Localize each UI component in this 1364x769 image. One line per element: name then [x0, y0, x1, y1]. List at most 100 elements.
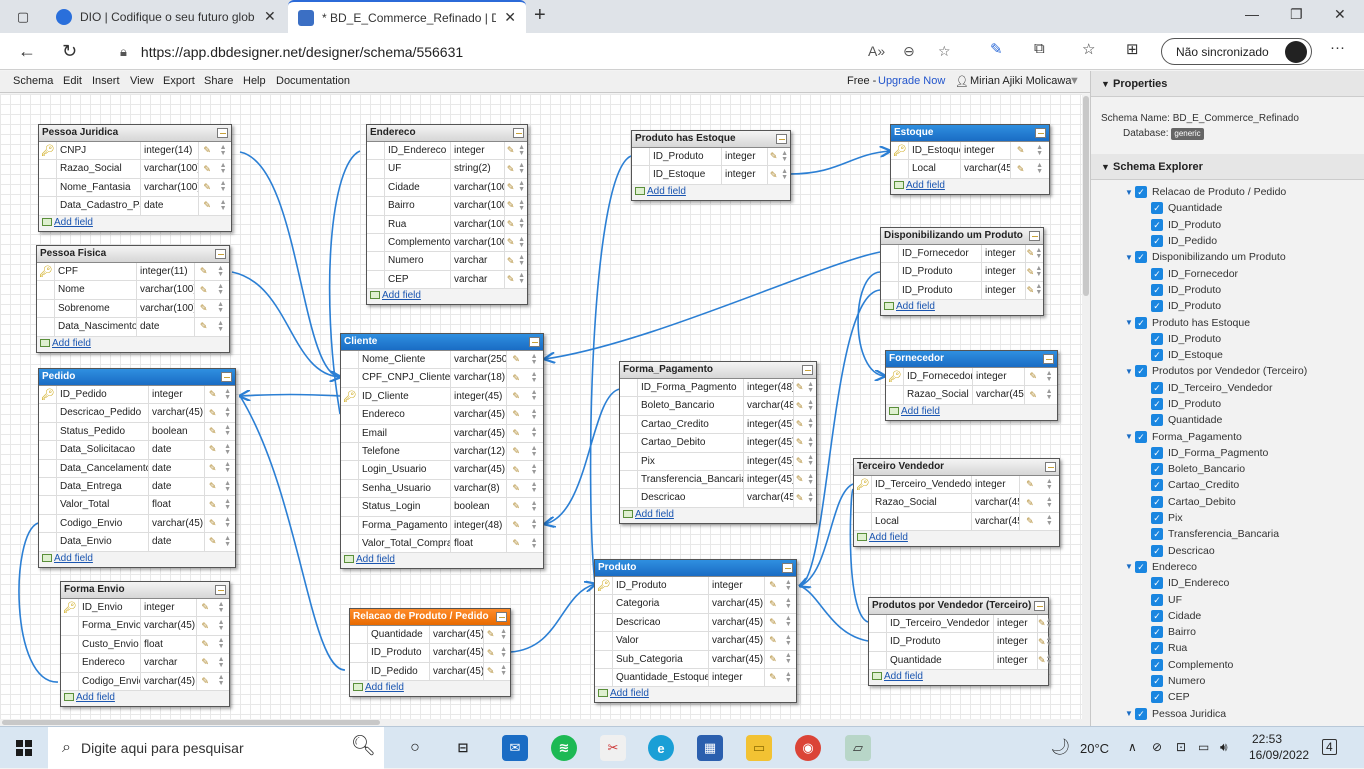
tree-field-node[interactable]: ✓ ID_Produto [1091, 282, 1364, 298]
reorder-field-icon[interactable]: ▲ ▼ [1036, 144, 1043, 157]
reorder-field-icon[interactable]: ▲ ▼ [224, 498, 231, 511]
table-field-row[interactable]: Pix integer(45) ✎ ▲ ▼ [620, 452, 816, 471]
chevron-up-icon[interactable]: ∧ [1128, 740, 1137, 754]
tree-field-node[interactable]: ✓ Cartao_Credito [1091, 477, 1364, 493]
checkbox-checked-icon[interactable]: ✓ [1151, 544, 1163, 557]
chevron-down-icon[interactable]: ▼ [1125, 562, 1135, 571]
table-field-row[interactable]: Localvarchar(45) ✎ ▲▼ [854, 512, 1059, 532]
window-close-icon[interactable]: ✕ [1334, 6, 1346, 23]
table-field-row[interactable]: Status_Login boolean ✎ ▲ ▼ [341, 498, 543, 517]
table-field-row[interactable]: Endereco varchar(45) ✎ ▲ ▼ [341, 406, 543, 425]
edit-field-icon[interactable]: ✎ [512, 501, 520, 512]
reorder-field-icon[interactable]: ▲ ▼ [1046, 388, 1053, 401]
reorder-field-icon[interactable]: ▲ ▼ [785, 615, 792, 628]
tree-table-node[interactable]: ▼ ✓ Disponibilizando um Produto [1091, 249, 1364, 265]
clock-date[interactable]: 16/09/2022 [1249, 748, 1309, 762]
edit-field-icon[interactable]: ✎ [507, 164, 515, 175]
file-explorer-icon[interactable]: ▭ [746, 735, 772, 761]
table-header[interactable]: Pedido [39, 369, 235, 386]
reorder-field-icon[interactable]: ▲ ▼ [220, 199, 227, 212]
edit-field-icon[interactable]: ✎ [796, 456, 804, 467]
edit-field-icon[interactable]: ✎ [209, 518, 217, 529]
reorder-field-icon[interactable]: ▲ ▼ [807, 454, 814, 467]
edit-field-icon[interactable]: ✎ [512, 446, 520, 457]
edit-field-icon[interactable]: ✎ [796, 382, 804, 393]
chevron-down-icon[interactable]: ▼ [1125, 367, 1135, 376]
edit-field-icon[interactable]: ✎ [796, 401, 804, 412]
edit-field-icon[interactable]: ✎ [200, 266, 208, 277]
reorder-field-icon[interactable]: ▲ ▼ [1046, 370, 1053, 383]
tree-field-node[interactable]: ✓ Bairro [1091, 624, 1364, 640]
edit-field-icon[interactable]: ✎ [796, 474, 804, 485]
reorder-field-icon[interactable]: ▲ ▼ [218, 619, 225, 632]
edit-field-icon[interactable]: ✎ [201, 657, 209, 668]
volume-icon[interactable]: 🔊︎ [1220, 740, 1228, 755]
schema-table[interactable]: Pessoa Juridica 🔑︎ CNPJ integer(14) ✎ ▲ ▼ Razao… [38, 124, 232, 232]
edit-field-icon[interactable]: ✎ [512, 391, 520, 402]
table-field-row[interactable]: Data_Entrega date ✎ ▲ ▼ [39, 477, 235, 497]
schema-canvas[interactable]: Pessoa Juridica 🔑︎ CNPJ integer(14) ✎ ▲ ▼ Razao… [0, 94, 1082, 719]
reorder-field-icon[interactable]: ▲ ▼ [218, 637, 225, 650]
reorder-field-icon[interactable]: ▲ ▼ [785, 597, 792, 610]
edit-field-icon[interactable]: ✎ [507, 182, 515, 193]
edit-field-icon[interactable]: ✎ [209, 481, 217, 492]
add-field-link[interactable]: Add field [39, 551, 235, 567]
reorder-field-icon[interactable]: ▲ ▼ [807, 436, 814, 449]
tree-field-node[interactable]: ✓ ID_Estoque [1091, 347, 1364, 363]
tree-field-node[interactable]: ✓ ID_Produto [1091, 331, 1364, 347]
tab-dbdesigner[interactable]: * BD_E_Commerce_Refinado | Db ✕ [288, 0, 526, 33]
reorder-field-icon[interactable]: ▲ ▼ [217, 265, 224, 278]
table-field-row[interactable]: Razao_Social varchar(100) ✎ ▲ ▼ [39, 160, 231, 179]
reorder-field-icon[interactable]: ▲ ▼ [531, 518, 538, 531]
reorder-field-icon[interactable]: ▲ ▼ [531, 481, 538, 494]
tree-table-node[interactable]: ▼ ✓ Forma_Pagamento [1091, 428, 1364, 444]
edit-field-icon[interactable]: ✎ [209, 463, 217, 474]
user-menu[interactable]: Mirian Ajiki Molicawa [970, 75, 1071, 87]
table-header[interactable]: Forma_Pagamento [620, 362, 816, 379]
table-field-row[interactable]: 🔑︎ CPF integer(11) ✎ ▲ ▼ [37, 263, 229, 282]
table-field-row[interactable]: 🔑︎ ID_Envio integer ✎ ▲ ▼ [61, 599, 229, 618]
reorder-field-icon[interactable]: ▲ ▼ [1035, 265, 1042, 278]
checkbox-checked-icon[interactable]: ✓ [1135, 251, 1147, 264]
edit-field-icon[interactable]: ✎ [1026, 516, 1034, 527]
edit-field-icon[interactable]: ✎ [203, 145, 211, 156]
table-field-row[interactable]: ID_Produto integer ✎ ▲ ▼ [881, 263, 1043, 282]
table-field-row[interactable]: Descricao_Pedido varchar(45) ✎ ▲ ▼ [39, 404, 235, 423]
edit-field-icon[interactable]: ✎ [769, 635, 777, 646]
checkbox-checked-icon[interactable]: ✓ [1135, 365, 1147, 378]
tree-field-node[interactable]: ✓ ID_Fornecedor [1091, 265, 1364, 281]
schema-table[interactable]: Fornecedor 🔑︎ ID_Fornecedor integer ✎ ▲ ▼ Razao… [885, 350, 1058, 421]
edit-field-icon[interactable]: ✎ [512, 520, 520, 531]
taskbar-search[interactable]: ⌕ Digite aqui para pesquisar 🔍︎ [48, 727, 384, 769]
table-header[interactable]: Produtos por Vendedor (Terceiro) [869, 598, 1048, 615]
reorder-field-icon[interactable]: ▲ ▼ [531, 353, 538, 366]
edit-field-icon[interactable]: ✎ [1038, 655, 1046, 666]
table-field-row[interactable]: Forma_Envio varchar(45) ✎ ▲ ▼ [61, 617, 229, 636]
reorder-field-icon[interactable]: ▲ ▼ [531, 537, 538, 550]
chevron-down-icon[interactable]: ▼ [1125, 253, 1135, 262]
edit-field-icon[interactable]: ✎ [507, 237, 515, 248]
table-field-row[interactable]: Quantidade_Estoque integer ✎ ▲ ▼ [595, 668, 796, 688]
reorder-field-icon[interactable]: ▲ ▼ [220, 144, 227, 157]
add-field-link[interactable]: Add field [39, 215, 231, 231]
table-field-row[interactable]: Complementovarchar(100)✎▲▼ [367, 233, 527, 253]
checkbox-checked-icon[interactable]: ✓ [1151, 235, 1163, 248]
extensions-icon[interactable]: ⧉ [1034, 40, 1045, 57]
tree-field-node[interactable]: ✓ ID_Produto [1091, 217, 1364, 233]
edit-field-icon[interactable]: ✎ [1029, 371, 1037, 382]
reorder-field-icon[interactable]: ▲ ▼ [518, 254, 525, 267]
edit-table-icon[interactable] [1043, 354, 1054, 364]
checkbox-checked-icon[interactable]: ✓ [1151, 512, 1163, 525]
table-field-row[interactable]: 🔑︎ ID_Estoque integer ✎ ▲ ▼ [891, 142, 1049, 161]
edge-icon[interactable]: e [648, 735, 674, 761]
chevron-down-icon[interactable]: ▼ [1125, 709, 1135, 718]
zoom-icon[interactable]: ⊖ [903, 43, 915, 60]
edit-table-icon[interactable] [529, 337, 540, 347]
table-header[interactable]: Estoque [891, 125, 1049, 142]
table-field-row[interactable]: 🔑︎ ID_Pedido integer ✎ ▲ ▼ [39, 386, 235, 405]
tree-field-node[interactable]: ✓ ID_Endereco [1091, 575, 1364, 591]
edit-table-icon[interactable] [217, 128, 228, 138]
schema-table[interactable]: Produto has Estoque ID_Produto integer ✎ ▲ ▼ I… [631, 130, 791, 201]
tree-field-node[interactable]: ✓ ID_Forma_Pagmento [1091, 445, 1364, 461]
edit-field-icon[interactable]: ✎ [203, 164, 211, 175]
